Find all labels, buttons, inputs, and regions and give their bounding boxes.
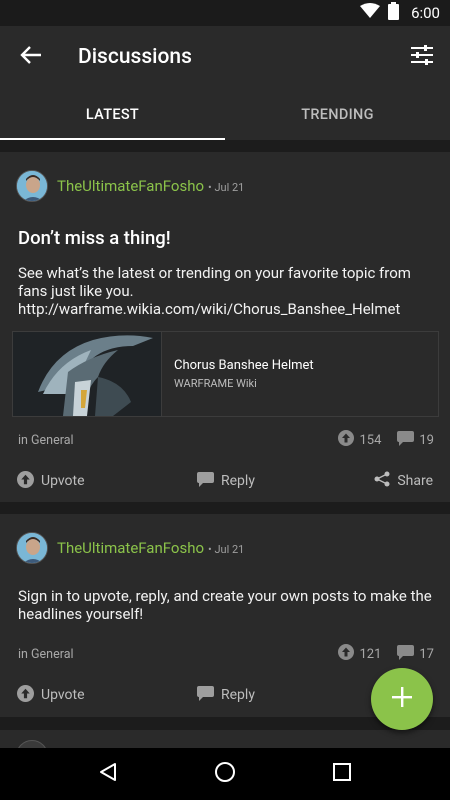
tab-trending[interactable]: TRENDING [225,88,450,140]
author-name[interactable]: TheUltimateFanFosho [57,177,204,195]
share-label: Share [397,473,433,489]
post-meta-row: in General 154 19 [18,430,434,450]
post-body: See what’s the latest or trending on you… [18,264,411,318]
filter-button[interactable] [394,26,450,88]
tab-bar: LATEST TRENDING [0,88,450,140]
reply-label: Reply [221,687,255,703]
share-button[interactable]: Share [374,471,433,491]
app-bar: Discussions [0,26,450,88]
upvote-button[interactable]: Upvote [17,470,85,492]
post-counts: 154 19 [338,430,434,450]
author-name[interactable]: TheUltimateFanFosho [57,539,204,557]
plus-icon [392,687,412,711]
reply-count-value: 19 [419,432,434,448]
upvote-circle-icon [338,644,355,664]
avatar[interactable] [16,170,48,202]
square-recents-icon [332,763,351,785]
post-title: Don’t miss a thing! [18,227,171,249]
link-preview-title: Chorus Banshee Helmet [174,358,314,373]
post-date: • Jul 21 [208,180,245,194]
nav-back-button[interactable] [80,748,136,800]
comment-bubble-icon [397,644,415,664]
comment-bubble-icon [397,430,415,450]
post-date: • Jul 21 [208,542,245,556]
share-icon [374,471,390,491]
arrow-back-icon [20,45,42,69]
tune-icon [411,45,433,69]
upvote-count-value: 154 [359,432,382,448]
triangle-back-icon [98,762,118,786]
reply-icon [197,685,214,705]
avatar[interactable] [16,532,48,564]
system-nav-bar [0,748,450,800]
status-time: 6:00 [411,4,440,22]
nav-home-button[interactable] [197,748,253,800]
upvote-icon [17,470,34,492]
battery-icon [388,2,400,24]
reply-count-value: 17 [419,646,434,662]
link-preview[interactable]: Chorus Banshee Helmet WARFRAME Wiki [12,331,439,417]
post-meta-row: in General 121 17 [18,644,434,664]
link-preview-source: WARFRAME Wiki [174,377,257,390]
post-category[interactable]: in General [18,433,74,448]
post-counts: 121 17 [338,644,434,664]
upvote-circle-icon [338,430,355,450]
back-button[interactable] [0,26,62,88]
reply-button[interactable]: Reply [197,685,255,705]
page-title: Discussions [78,45,192,69]
upvote-count-value: 121 [359,646,382,662]
upvote-label: Upvote [41,687,85,703]
new-post-button[interactable] [371,668,433,730]
upvote-count: 121 [338,644,381,664]
link-preview-text: Chorus Banshee Helmet WARFRAME Wiki [174,358,314,390]
nav-recents-button[interactable] [314,748,370,800]
avatar[interactable] [16,740,48,748]
upvote-count: 154 [338,430,381,450]
reply-icon [197,471,214,491]
upvote-button[interactable]: Upvote [17,684,85,706]
reply-button[interactable]: Reply [197,471,255,491]
discussion-feed[interactable]: TheUltimateFanFosho • Jul 21 Don’t miss … [0,140,450,748]
upvote-label: Upvote [41,473,85,489]
post-card[interactable] [0,730,450,748]
reply-count: 17 [397,644,434,664]
post-actions: Upvote Reply Share [0,460,450,502]
circle-home-icon [214,761,236,787]
tab-latest[interactable]: LATEST [0,88,225,140]
post-category[interactable]: in General [18,647,74,662]
reply-count: 19 [397,430,434,450]
post-body: Sign in to upvote, reply, and create you… [18,587,432,623]
post-card[interactable]: TheUltimateFanFosho • Jul 21 Don’t miss … [0,152,450,502]
upvote-icon [17,684,34,706]
post-author-row: TheUltimateFanFosho • Jul 21 [16,170,244,202]
status-bar: 6:00 [0,0,450,26]
link-preview-image [13,332,162,416]
post-author-row: TheUltimateFanFosho • Jul 21 [16,532,244,564]
wifi-icon [360,3,381,23]
reply-label: Reply [221,473,255,489]
